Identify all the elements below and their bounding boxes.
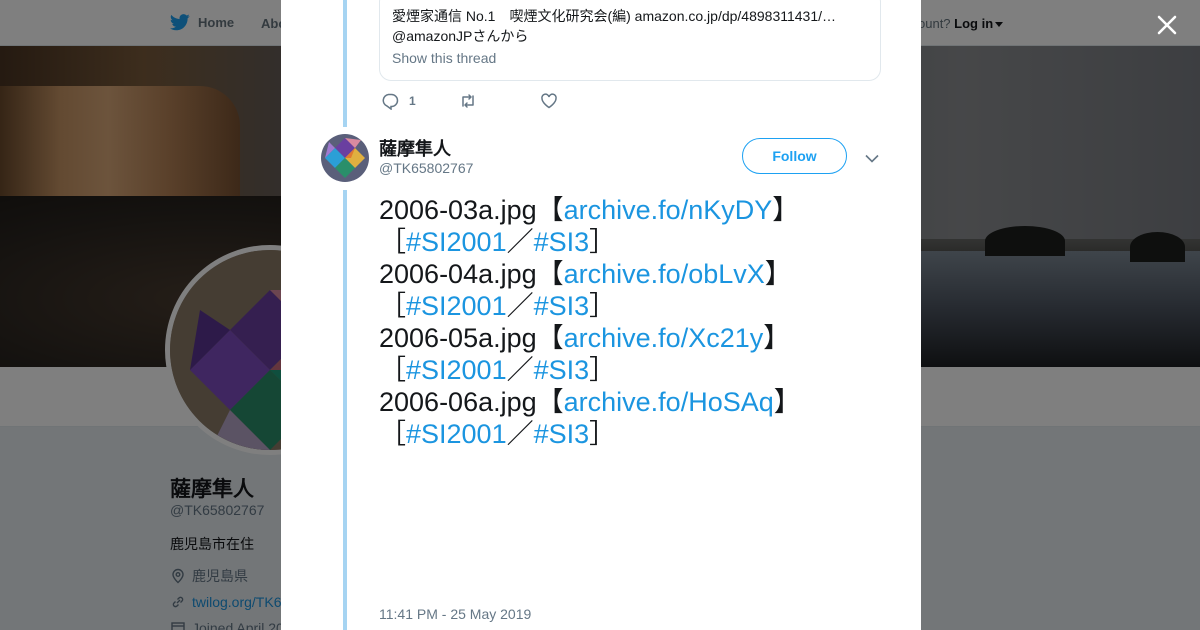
file-name: 2006-06a.jpg xyxy=(379,387,537,417)
tweet-file-line: 2006-05a.jpg【archive.fo/Xc21y】 xyxy=(379,322,819,354)
bracket-open: ［ xyxy=(379,355,406,385)
hashtag-link[interactable]: #SI3 xyxy=(534,227,590,257)
tweet-author-handle[interactable]: @TK65802767 xyxy=(379,160,473,176)
tweet-author-avatar[interactable] xyxy=(321,134,369,182)
show-thread-link[interactable]: Show this thread xyxy=(392,50,496,66)
retweet-icon xyxy=(462,94,474,108)
heart-icon xyxy=(541,93,557,109)
tweet-text: 2006-03a.jpg【archive.fo/nKyDY】 ［#SI2001／… xyxy=(379,194,819,450)
retweet-button[interactable] xyxy=(459,92,540,110)
bracket-close: 】 xyxy=(773,387,801,417)
bracket-close: ］ xyxy=(589,227,617,257)
bracket-close: 】 xyxy=(772,195,800,225)
tweet-actions: 1 xyxy=(381,92,558,110)
hashtag-link[interactable]: #SI2001 xyxy=(406,291,507,321)
hashtag-link[interactable]: #SI2001 xyxy=(406,227,507,257)
bracket-open: 【 xyxy=(536,195,564,225)
chevron-down-icon xyxy=(865,154,879,163)
hashtag-link[interactable]: #SI3 xyxy=(534,419,590,449)
reply-button[interactable]: 1 xyxy=(381,92,459,110)
separator: ／ xyxy=(506,419,534,449)
bracket-close: ］ xyxy=(589,355,617,385)
bracket-close: ］ xyxy=(589,419,617,449)
tweet-hashtag-line: ［#SI2001／#SI3］ xyxy=(379,226,819,258)
reply-count: 1 xyxy=(409,94,416,108)
tweet-modal: 愛煙家通信 No.1 喫煙文化研究会(編) amazon.co.jp/dp/48… xyxy=(281,0,921,630)
close-icon xyxy=(1157,15,1177,35)
tweet-timestamp[interactable]: 11:41 PM - 25 May 2019 xyxy=(379,606,531,622)
hashtag-link[interactable]: #SI3 xyxy=(534,291,590,321)
tweet-hashtag-line: ［#SI2001／#SI3］ xyxy=(379,418,819,450)
bracket-close: 】 xyxy=(763,323,791,353)
bracket-open: 【 xyxy=(536,259,564,289)
thread-line xyxy=(343,190,347,630)
quote-line-2: @amazonJPさんから xyxy=(392,28,529,44)
separator: ／ xyxy=(506,355,534,385)
thread-line xyxy=(343,0,347,127)
tweet-hashtag-line: ［#SI2001／#SI3］ xyxy=(379,354,819,386)
close-button[interactable] xyxy=(1154,12,1180,38)
hashtag-link[interactable]: #SI2001 xyxy=(406,419,507,449)
archive-link[interactable]: archive.fo/nKyDY xyxy=(564,195,773,225)
bracket-open: ［ xyxy=(379,227,406,257)
file-name: 2006-05a.jpg xyxy=(379,323,537,353)
bracket-open: 【 xyxy=(536,387,564,417)
archive-link[interactable]: archive.fo/HoSAq xyxy=(564,387,774,417)
tweet-author-name[interactable]: 薩摩隼人 xyxy=(379,135,451,161)
tweet-file-line: 2006-04a.jpg【archive.fo/obLvX】 xyxy=(379,258,819,290)
file-name: 2006-04a.jpg xyxy=(379,259,537,289)
quoted-tweet-card[interactable]: 愛煙家通信 No.1 喫煙文化研究会(編) amazon.co.jp/dp/48… xyxy=(379,0,881,81)
quote-line-1: 愛煙家通信 No.1 喫煙文化研究会(編) amazon.co.jp/dp/48… xyxy=(392,8,837,24)
tweet-file-line: 2006-06a.jpg【archive.fo/HoSAq】 xyxy=(379,386,819,418)
file-name: 2006-03a.jpg xyxy=(379,195,537,225)
tweet-file-line: 2006-03a.jpg【archive.fo/nKyDY】 xyxy=(379,194,819,226)
separator: ／ xyxy=(506,291,534,321)
follow-button[interactable]: Follow xyxy=(742,138,847,174)
hashtag-link[interactable]: #SI3 xyxy=(534,355,590,385)
separator: ／ xyxy=(506,227,534,257)
reply-icon xyxy=(382,93,399,110)
archive-link[interactable]: archive.fo/obLvX xyxy=(564,259,765,289)
like-button[interactable] xyxy=(540,92,558,110)
hashtag-link[interactable]: #SI2001 xyxy=(406,355,507,385)
bracket-open: 【 xyxy=(536,323,564,353)
tweet-hashtag-line: ［#SI2001／#SI3］ xyxy=(379,290,819,322)
tweet-more-button[interactable] xyxy=(865,150,881,164)
bracket-open: ［ xyxy=(379,419,406,449)
bracket-close: 】 xyxy=(764,259,792,289)
bracket-close: ］ xyxy=(589,291,617,321)
bracket-open: ［ xyxy=(379,291,406,321)
archive-link[interactable]: archive.fo/Xc21y xyxy=(564,323,764,353)
avatar-image xyxy=(321,134,369,182)
